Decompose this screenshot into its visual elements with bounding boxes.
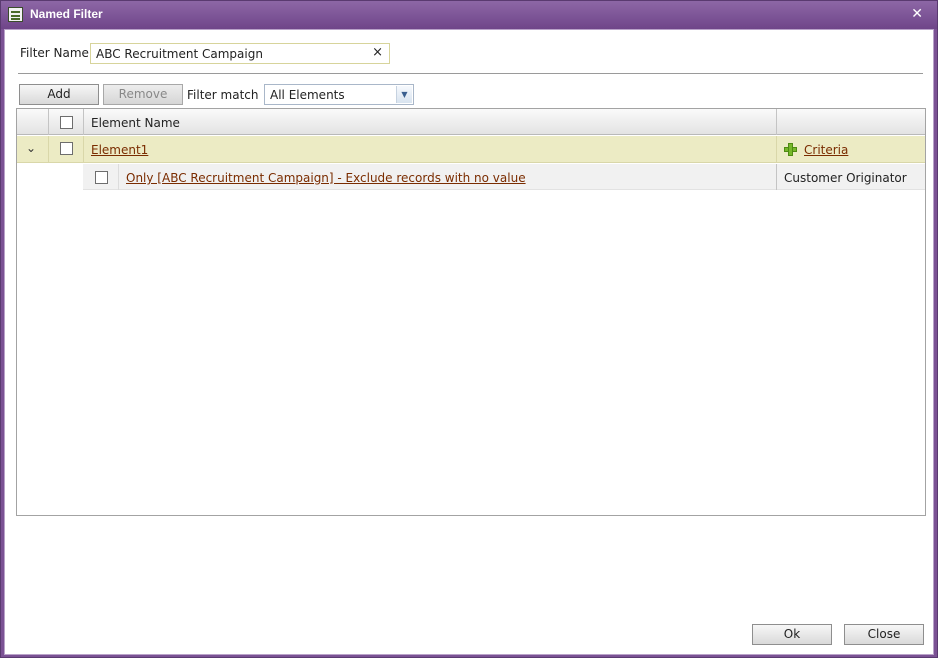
list-item[interactable]: Only [ABC Recruitment Campaign] - Exclud…: [83, 164, 925, 190]
plus-icon[interactable]: [784, 143, 797, 156]
ok-button[interactable]: Ok: [752, 624, 832, 645]
filter-match-value: All Elements: [270, 88, 345, 102]
table-row[interactable]: ⌄ Element1 Criteria: [17, 136, 925, 163]
column-separator: [118, 164, 119, 190]
row-checkbox[interactable]: [95, 171, 108, 184]
filter-name-label: Filter Name: [20, 46, 89, 60]
column-separator: [776, 109, 777, 135]
close-button[interactable]: Close: [844, 624, 924, 645]
filter-name-field[interactable]: ×: [90, 43, 390, 64]
elements-grid: Element Name ⌄ Element1 Criteria Only [A…: [16, 108, 926, 516]
dialog-body: Filter Name × Add Remove Filter match Al…: [4, 29, 934, 655]
element-name-link[interactable]: Element1: [91, 143, 148, 157]
remove-button[interactable]: Remove: [103, 84, 183, 105]
criteria-field: Customer Originator: [784, 171, 907, 185]
chevron-down-icon[interactable]: ⌄: [26, 141, 36, 155]
column-separator: [83, 109, 84, 135]
criteria-description-link[interactable]: Only [ABC Recruitment Campaign] - Exclud…: [126, 171, 526, 185]
column-separator: [48, 136, 49, 163]
named-filter-window: Named Filter ✕ Filter Name × Add Remove …: [0, 0, 938, 658]
column-separator: [776, 136, 777, 163]
divider: [18, 73, 923, 74]
filter-match-label: Filter match: [187, 88, 259, 102]
clear-icon[interactable]: ×: [372, 45, 383, 60]
filter-match-select[interactable]: All Elements ▼: [264, 84, 414, 105]
criteria-link[interactable]: Criteria: [804, 143, 848, 157]
column-separator: [48, 109, 49, 135]
close-icon[interactable]: ✕: [911, 6, 923, 22]
row-checkbox[interactable]: [60, 142, 73, 155]
chevron-down-icon[interactable]: ▼: [396, 86, 412, 103]
column-separator: [776, 164, 777, 190]
filter-name-input[interactable]: [91, 44, 361, 63]
window-title: Named Filter: [30, 7, 103, 21]
filter-list-icon: [8, 7, 23, 22]
grid-header: Element Name: [17, 109, 925, 135]
title-bar[interactable]: Named Filter ✕: [1, 1, 937, 29]
column-separator: [83, 136, 84, 163]
add-button[interactable]: Add: [19, 84, 99, 105]
select-all-checkbox[interactable]: [60, 116, 73, 129]
column-header-element-name[interactable]: Element Name: [91, 116, 180, 130]
